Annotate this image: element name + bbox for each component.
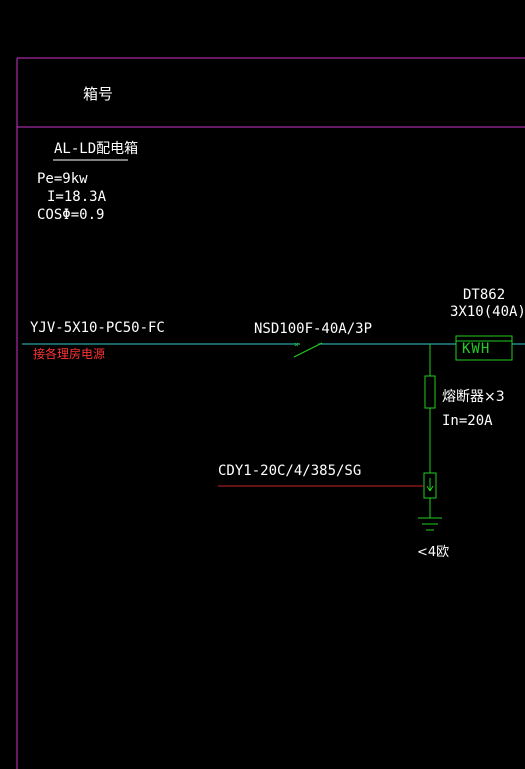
panel-name: AL-LD配电箱 [54, 141, 139, 157]
incoming-cable-label: YJV-5X10-PC50-FC [30, 320, 165, 336]
schematic-lines: × [16, 57, 525, 769]
panel-pe: Pe=9kw [37, 171, 88, 187]
panel-power-factor: COSΦ=0.9 [37, 207, 105, 223]
breaker-label: NSD100F-40A/3P [254, 321, 373, 337]
box-number-label: 箱号 [83, 85, 114, 103]
fuse-symbol [424, 375, 436, 409]
fuse-rating: In=20A [442, 413, 493, 429]
fuse-label: 熔断器×3 [442, 389, 505, 405]
ground-resistance-label: <4欧 [417, 545, 450, 560]
cad-drawing-canvas: × 箱号 AL-LD配电箱 Pe=9kw I=18.3A COSΦ=0.9 YJ… [0, 0, 525, 769]
source-note: 接各理房电源 [33, 347, 106, 361]
surge-protector-label: CDY1-20C/4/385/SG [218, 463, 362, 479]
meter-rating: 3X10(40A) [450, 304, 525, 320]
kwh-meter-text: KWH [462, 341, 491, 357]
panel-current: I=18.3A [47, 189, 107, 205]
breaker-cross-mark: × [294, 340, 299, 349]
meter-model: DT862 [463, 287, 506, 303]
